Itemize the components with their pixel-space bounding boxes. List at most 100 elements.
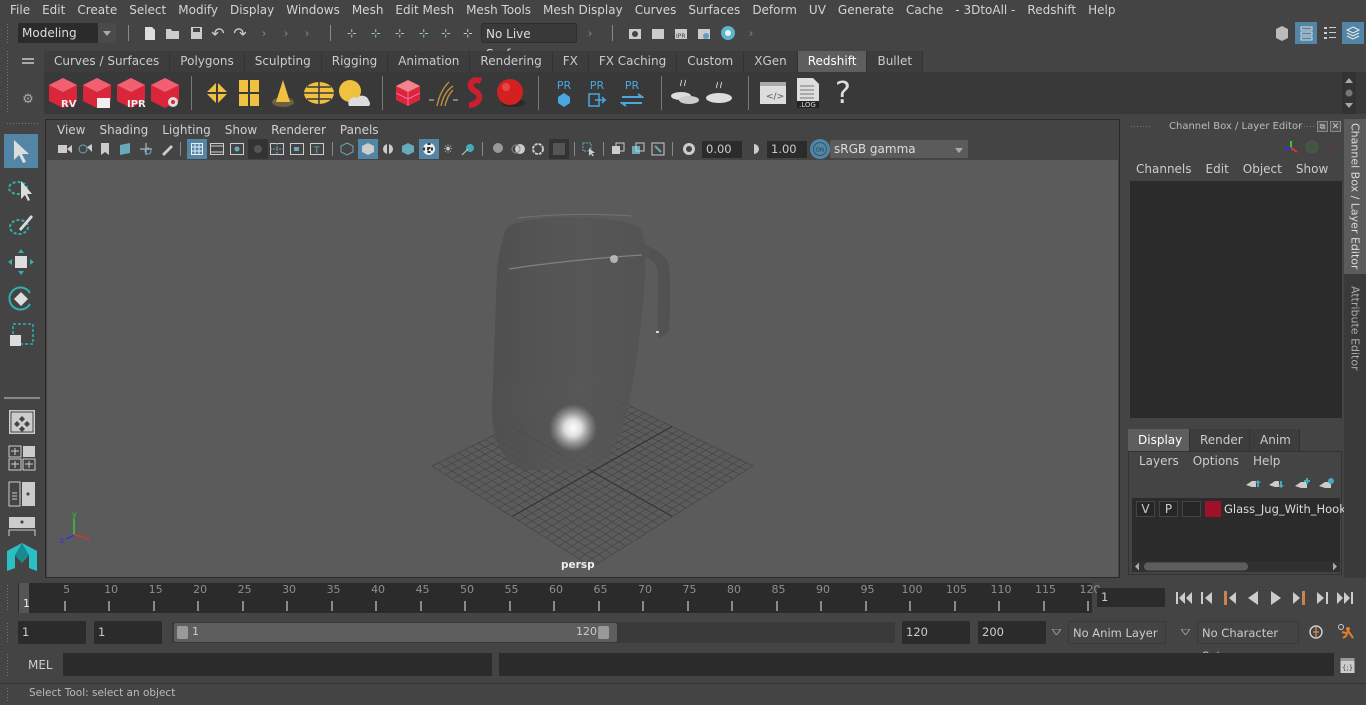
play-forward-icon[interactable] bbox=[1264, 588, 1287, 607]
layer-row[interactable]: V P Glass_Jug_With_Hook bbox=[1132, 498, 1346, 520]
hypershade-icon[interactable] bbox=[718, 23, 738, 43]
proxy-import-button[interactable]: PR bbox=[582, 74, 612, 112]
anim-layer-dropdown-icon[interactable] bbox=[1049, 624, 1063, 640]
command-input[interactable] bbox=[63, 653, 492, 676]
gamma-field[interactable]: 1.00 bbox=[767, 141, 807, 158]
shelf-tab-bullet[interactable]: Bullet bbox=[867, 51, 924, 72]
sync-toggle-icon[interactable] bbox=[1303, 138, 1321, 156]
shelf-tab-animation[interactable]: Animation bbox=[388, 51, 471, 72]
shelf-tab-redshift[interactable]: Redshift bbox=[797, 51, 868, 72]
new-layer-from-selection-icon[interactable] bbox=[1318, 477, 1336, 491]
menu-modify[interactable]: Modify bbox=[172, 3, 224, 17]
open-scene-icon[interactable] bbox=[163, 23, 183, 43]
panel-grip[interactable] bbox=[1130, 125, 1152, 129]
layer-display-type-toggle[interactable] bbox=[1182, 501, 1201, 517]
status-line-grip[interactable] bbox=[6, 23, 10, 43]
layer-playback-toggle[interactable]: P bbox=[1159, 501, 1178, 517]
tool-settings-icon[interactable] bbox=[1320, 23, 1340, 43]
help-menu[interactable]: Help bbox=[1246, 454, 1287, 468]
panel-menu-view[interactable]: View bbox=[50, 123, 92, 137]
dome-light-icon[interactable] bbox=[302, 75, 336, 111]
panel-grip[interactable] bbox=[1294, 125, 1314, 129]
animation-end-field[interactable]: 200 bbox=[978, 621, 1046, 644]
move-layer-up-icon[interactable] bbox=[1245, 477, 1263, 491]
proxy-convert-button[interactable]: PR bbox=[616, 74, 648, 112]
ipr-render-icon[interactable]: IPR bbox=[672, 23, 690, 43]
disabled-toggle-icon[interactable] bbox=[1324, 138, 1342, 156]
shadows-icon[interactable] bbox=[459, 140, 477, 158]
shelf-tab-xgen[interactable]: XGen bbox=[744, 51, 798, 72]
step-forward-frame-icon[interactable] bbox=[1310, 588, 1333, 607]
redshift-ipr-icon[interactable]: IPR bbox=[114, 75, 148, 111]
menu-file[interactable]: File bbox=[4, 3, 36, 17]
range-slider-bar[interactable]: 1 120 bbox=[174, 623, 617, 642]
help-line-grip[interactable] bbox=[6, 687, 10, 702]
snap-to-grid-icon[interactable]: ⊹ bbox=[342, 23, 362, 43]
render-view-icon[interactable] bbox=[626, 23, 644, 43]
panel-menu-show[interactable]: Show bbox=[218, 123, 264, 137]
tab-display[interactable]: Display bbox=[1128, 429, 1190, 451]
move-layer-down-icon[interactable] bbox=[1268, 477, 1286, 491]
2d-pan-zoom-icon[interactable] bbox=[137, 140, 155, 158]
gate-mask-icon[interactable] bbox=[248, 139, 268, 159]
snap-to-projected-center-icon[interactable]: ⊹ bbox=[458, 23, 478, 43]
material-ball-icon[interactable] bbox=[494, 75, 528, 111]
use-default-material-icon[interactable] bbox=[379, 140, 397, 158]
layer-name[interactable]: Glass_Jug_With_Hook bbox=[1224, 502, 1346, 516]
menu-redshift[interactable]: Redshift bbox=[1021, 3, 1082, 17]
live-surface-field[interactable]: No Live Surface bbox=[481, 23, 577, 61]
new-empty-layer-icon[interactable] bbox=[1294, 477, 1312, 491]
panel-menu-renderer[interactable]: Renderer bbox=[264, 123, 333, 137]
color-management-toggle-icon[interactable]: ON bbox=[810, 139, 830, 159]
select-tool-icon[interactable] bbox=[4, 134, 38, 168]
channel-box-toggle-icon[interactable] bbox=[1342, 22, 1364, 44]
menu-mesh-display[interactable]: Mesh Display bbox=[537, 3, 629, 17]
collapse-arrow-icon[interactable]: › bbox=[586, 23, 594, 43]
side-tab-channel-box[interactable]: Channel Box / Layer Editor bbox=[1344, 119, 1366, 274]
anim-layer-selector[interactable]: No Anim Layer bbox=[1068, 621, 1166, 644]
single-perspective-view-icon[interactable] bbox=[7, 408, 37, 436]
persp-graph-layout-icon[interactable] bbox=[7, 516, 37, 536]
resolution-gate-icon[interactable] bbox=[228, 140, 246, 158]
exposure-icon[interactable] bbox=[680, 140, 698, 158]
bookmark-icon[interactable] bbox=[98, 140, 112, 158]
shelf-menu-icon[interactable] bbox=[20, 56, 36, 68]
sun-sky-icon[interactable] bbox=[336, 75, 372, 111]
portal-light-icon[interactable] bbox=[234, 75, 264, 111]
menu-generate[interactable]: Generate bbox=[832, 3, 900, 17]
options-menu[interactable]: Options bbox=[1186, 454, 1246, 468]
play-backward-icon[interactable] bbox=[1241, 588, 1264, 607]
menu-mesh[interactable]: Mesh bbox=[346, 3, 390, 17]
xray-active-components-icon[interactable] bbox=[629, 140, 647, 158]
auto-key-icon[interactable] bbox=[1306, 622, 1326, 642]
anti-aliasing-icon[interactable] bbox=[529, 140, 547, 158]
tab-render[interactable]: Render bbox=[1190, 429, 1250, 451]
menu-edit[interactable]: Edit bbox=[36, 3, 71, 17]
rotate-tool-icon[interactable] bbox=[4, 282, 38, 316]
render-current-frame-icon[interactable] bbox=[649, 23, 667, 43]
playback-end-field[interactable]: 120 bbox=[902, 621, 970, 644]
menu-surfaces[interactable]: Surfaces bbox=[682, 3, 746, 17]
xray-joints-icon[interactable] bbox=[649, 140, 667, 158]
range-slider-grip[interactable] bbox=[6, 622, 10, 642]
shelf-tab-rendering[interactable]: Rendering bbox=[470, 51, 553, 72]
channels-menu[interactable]: Channels bbox=[1122, 162, 1199, 176]
layer-visibility-toggle[interactable]: V bbox=[1136, 501, 1155, 517]
script-editor-icon[interactable]: {;} bbox=[1338, 655, 1356, 675]
object-menu[interactable]: Object bbox=[1236, 162, 1289, 176]
scale-tool-icon[interactable] bbox=[4, 318, 38, 352]
modeling-toolkit-icon[interactable] bbox=[1272, 23, 1292, 43]
outliner-persp-layout-icon[interactable] bbox=[7, 480, 37, 508]
shelf-tab-curves-surfaces[interactable]: Curves / Surfaces bbox=[44, 51, 171, 72]
grease-pencil-icon[interactable] bbox=[158, 140, 176, 158]
collapse-arrow-icon[interactable]: › bbox=[747, 23, 755, 43]
collapse-arrow-icon[interactable]: › bbox=[303, 23, 311, 43]
shelf-settings-gear-icon[interactable]: ⚙ bbox=[20, 91, 36, 107]
ies-light-icon[interactable] bbox=[268, 75, 298, 111]
menu-mesh-tools[interactable]: Mesh Tools bbox=[460, 3, 537, 17]
step-back-key-icon[interactable] bbox=[1218, 588, 1241, 607]
range-start-handle[interactable] bbox=[177, 626, 188, 639]
float-panel-icon[interactable]: ⧉ bbox=[1317, 121, 1328, 132]
script-icon[interactable]: </> bbox=[756, 75, 790, 111]
go-to-start-icon[interactable] bbox=[1172, 588, 1195, 607]
